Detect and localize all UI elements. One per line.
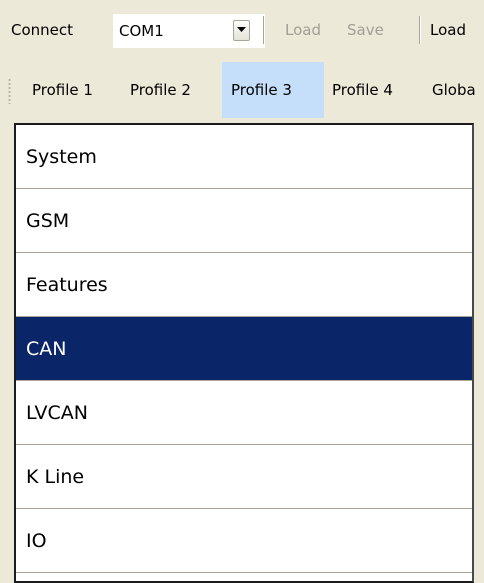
tab-label: Profile 4 xyxy=(332,81,393,99)
list-item-label: K Line xyxy=(26,466,85,488)
list-item-label: System xyxy=(26,146,97,168)
load-file-button[interactable]: Load xyxy=(430,20,466,40)
list-item-k-line[interactable]: K Line xyxy=(16,445,472,509)
tab-label: Profile 1 xyxy=(32,81,93,99)
connect-button[interactable]: Connect xyxy=(11,20,73,40)
list-item-gsm[interactable]: GSM xyxy=(16,189,472,253)
tab-profile-3[interactable]: Profile 3 xyxy=(222,62,324,118)
list-item-io[interactable]: IO xyxy=(16,509,472,573)
section-list: System GSM Features CAN LVCAN K Line IO xyxy=(14,123,474,583)
tab-label: Globa xyxy=(432,81,476,99)
tab-label: Profile 3 xyxy=(231,81,292,99)
list-item-label: Features xyxy=(26,274,108,296)
toolbar-separator xyxy=(263,16,265,44)
list-item-system[interactable]: System xyxy=(16,125,472,189)
tab-profile-4[interactable]: Profile 4 xyxy=(324,62,424,118)
list-item-label: GSM xyxy=(26,210,70,232)
list-item-label: LVCAN xyxy=(26,402,88,424)
chevron-down-icon xyxy=(237,27,246,32)
list-item-label: IO xyxy=(26,530,47,552)
port-dropdown-button[interactable] xyxy=(233,20,250,41)
save-button[interactable]: Save xyxy=(347,20,384,40)
list-item-lvcan[interactable]: LVCAN xyxy=(16,381,472,445)
tab-profile-1[interactable]: Profile 1 xyxy=(23,62,125,118)
list-item-label: CAN xyxy=(26,338,67,360)
toolbar-grip-icon[interactable] xyxy=(8,78,11,104)
profile-toolbar: Profile 1 Profile 2 Profile 3 Profile 4 … xyxy=(0,62,484,118)
port-select-value: COM1 xyxy=(119,22,164,40)
list-item-features[interactable]: Features xyxy=(16,253,472,317)
tab-label: Profile 2 xyxy=(130,81,191,99)
toolbar-separator xyxy=(419,16,421,44)
connection-toolbar: Connect COM1 Load Save Load xyxy=(0,0,484,58)
tab-profile-2[interactable]: Profile 2 xyxy=(125,62,222,118)
load-button[interactable]: Load xyxy=(285,20,321,40)
tab-global[interactable]: Globa xyxy=(424,62,484,118)
list-item-can[interactable]: CAN xyxy=(16,317,472,381)
